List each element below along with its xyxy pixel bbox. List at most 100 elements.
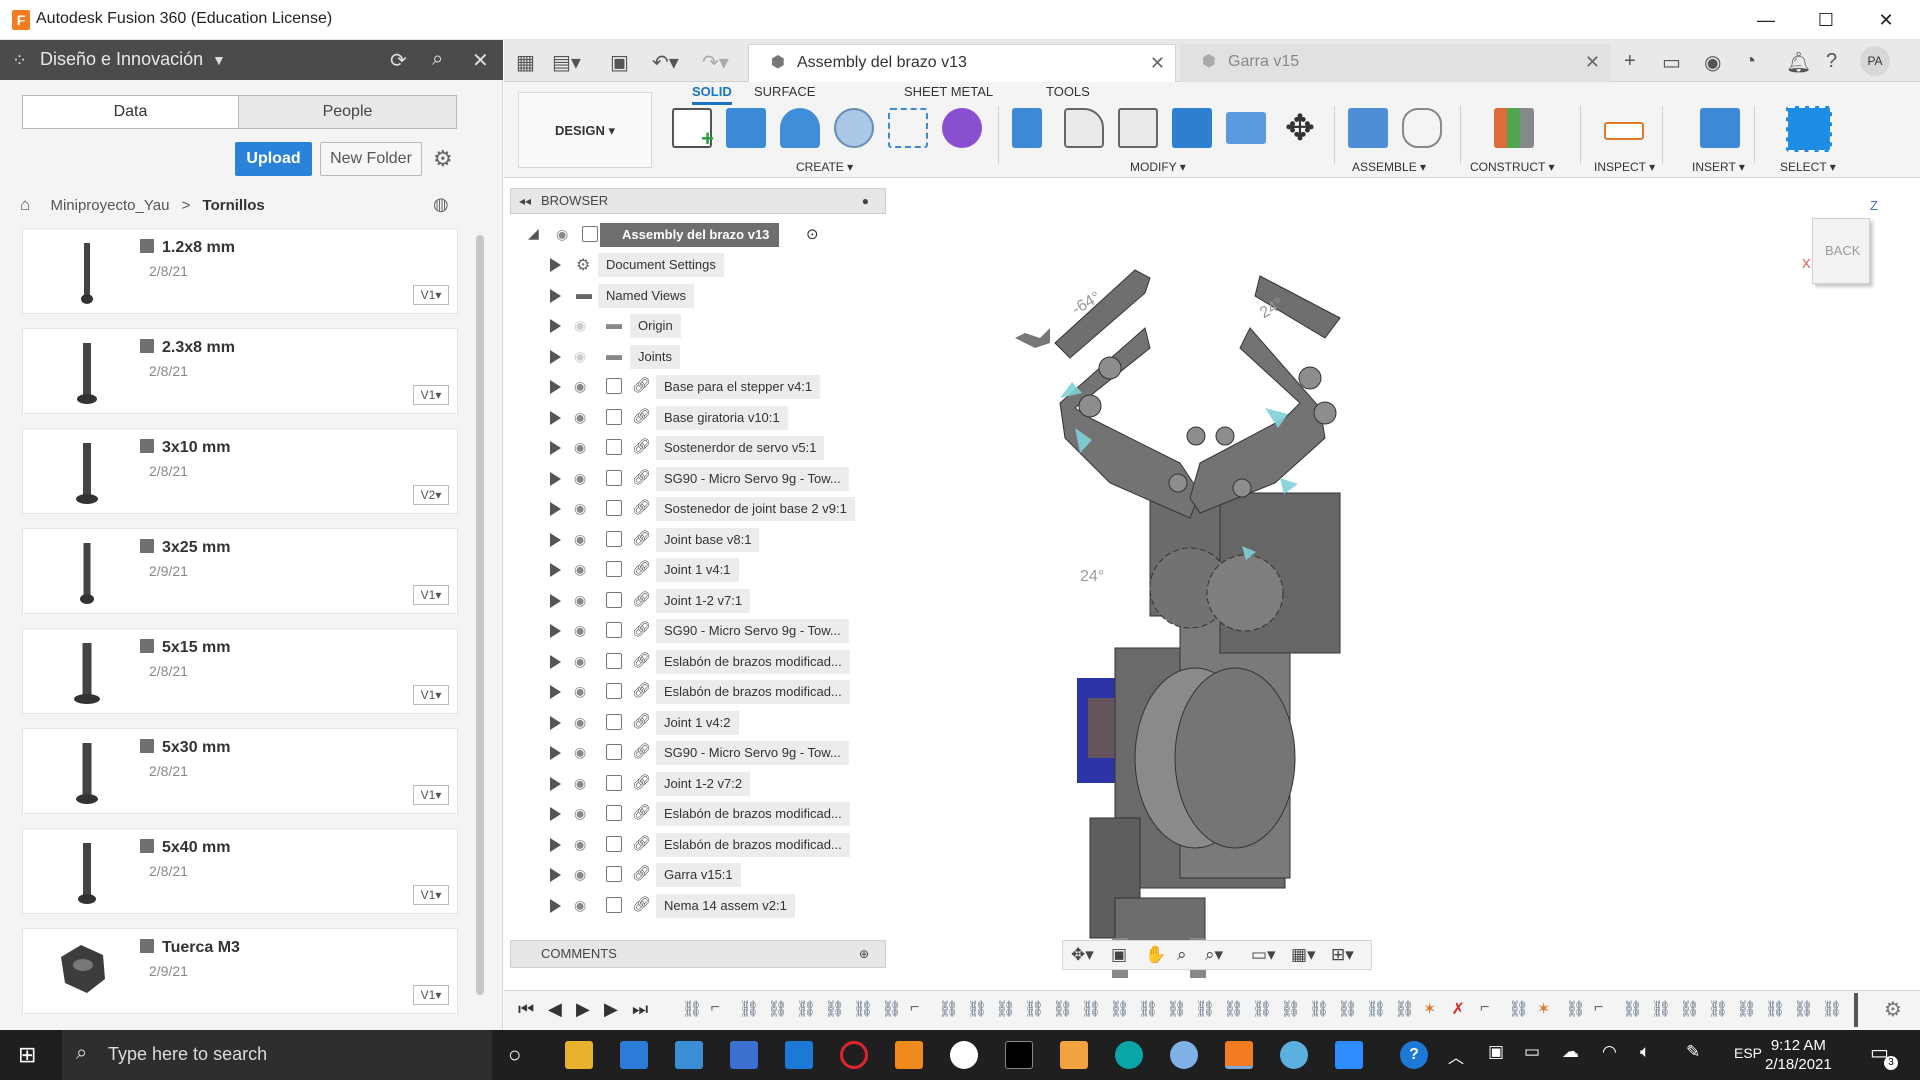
timeline-feature-icon[interactable]: ⛓ (739, 999, 759, 1019)
terminal-icon[interactable] (1005, 1041, 1033, 1069)
eye-icon[interactable]: ◉ (556, 226, 568, 243)
expand-triangle-icon[interactable] (550, 471, 561, 486)
file-card[interactable]: 1.2x8 mm 2/8/21 V1▾ (22, 228, 458, 314)
file-explorer-icon[interactable] (565, 1041, 593, 1069)
browser-node[interactable]: ◉ 🔗︎ SG90 - Micro Servo 9g - Tow... (510, 617, 886, 645)
browser-node[interactable]: ⚙ Document Settings (510, 251, 886, 279)
version-dropdown[interactable]: V1▾ (413, 585, 449, 605)
browser-node[interactable]: ◉ 🔗︎ Base giratoria v10:1 (510, 404, 886, 432)
file-name[interactable]: 3x25 mm (140, 539, 231, 557)
timeline-feature-icon[interactable]: ⌐ (711, 999, 720, 1017)
browser-node[interactable]: ◉ 🔗︎ Base para el stepper v4:1 (510, 373, 886, 401)
task-view-icon[interactable]: ○ (508, 1042, 521, 1068)
timeline-feature-icon[interactable]: ⛓ (1224, 999, 1244, 1019)
browser-node[interactable]: ◉ 🔗︎ Eslabón de brazos modificad... (510, 648, 886, 676)
user-avatar[interactable]: PA (1860, 46, 1890, 76)
timeline-feature-icon[interactable]: ⛓ (1737, 999, 1757, 1019)
expand-triangle-icon[interactable] (550, 837, 561, 852)
search-icon[interactable]: ⌕ (432, 48, 443, 71)
tab-surface[interactable]: SURFACE (754, 84, 815, 99)
minimize-button[interactable]: — (1736, 0, 1796, 40)
timeline-feature-icon[interactable]: ⛓ (1651, 999, 1671, 1019)
version-dropdown[interactable]: V1▾ (413, 785, 449, 805)
select-icon[interactable] (1786, 106, 1832, 152)
expand-triangle-icon[interactable] (550, 898, 561, 913)
close-tab-icon[interactable]: ✕ (1150, 45, 1165, 81)
expand-triangle-icon[interactable] (550, 349, 561, 364)
expand-triangle-icon[interactable] (550, 654, 561, 669)
joint-icon[interactable] (1402, 108, 1442, 148)
go-to-end-icon[interactable]: ⏭ (632, 999, 648, 1020)
file-name[interactable]: 5x30 mm (140, 739, 231, 757)
clock[interactable]: 9:12 AM 2/18/2021 (1765, 1036, 1832, 1074)
browser-node[interactable]: ◉ ▬ Origin (510, 312, 886, 340)
view-cube[interactable]: BACK (1812, 218, 1870, 284)
expand-triangle-icon[interactable] (550, 868, 561, 882)
eye-icon[interactable]: ◉ (574, 531, 586, 548)
measure-icon[interactable] (1604, 122, 1644, 140)
version-dropdown[interactable]: V1▾ (413, 285, 449, 305)
go-to-start-icon[interactable]: ⏮ (518, 999, 534, 1020)
expand-triangle-icon[interactable] (550, 410, 561, 425)
refresh-icon[interactable]: ⟳ (390, 48, 407, 73)
timeline-feature-icon[interactable]: ⛓ (1167, 999, 1187, 1019)
timeline-feature-icon[interactable]: ⛓ (1566, 999, 1586, 1019)
timeline-feature-icon[interactable]: ⛓ (1024, 999, 1044, 1019)
breadcrumb-project[interactable]: Miniproyecto_Yau (50, 197, 169, 214)
file-card[interactable]: 5x30 mm 2/8/21 V1▾ (22, 728, 458, 814)
timeline-feature-icon[interactable]: ⛓ (1110, 999, 1130, 1019)
eye-hidden-icon[interactable]: ◉ (574, 348, 586, 365)
step-back-icon[interactable]: ◀ (548, 999, 562, 1020)
timeline-feature-icon[interactable]: ⌐ (910, 999, 919, 1017)
chevron-down-icon[interactable]: ▼ (212, 52, 226, 68)
group-create[interactable]: CREATE ▾ (796, 160, 853, 174)
expand-triangle-icon[interactable] (550, 624, 561, 638)
timeline-feature-icon[interactable]: ⛓ (1708, 999, 1728, 1019)
eye-icon[interactable]: ◉ (574, 805, 586, 822)
file-name[interactable]: 5x15 mm (140, 639, 231, 657)
timeline-feature-icon[interactable]: ⛓ (1765, 999, 1785, 1019)
timeline-feature-icon[interactable]: ⛓ (1281, 999, 1301, 1019)
maximize-button[interactable]: ☐ (1796, 0, 1856, 40)
browser-node[interactable]: ◉ 🔗︎ SG90 - Micro Servo 9g - Tow... (510, 465, 886, 493)
browser-node[interactable]: ◉ 🔗︎ Sostenedor de joint base 2 v9:1 (510, 495, 886, 523)
tab-people[interactable]: People (238, 95, 457, 129)
eye-icon[interactable]: ◉ (574, 714, 586, 731)
globe-icon[interactable]: ◍ (433, 194, 449, 215)
expand-triangle-icon[interactable] (550, 715, 561, 730)
workspace-switcher[interactable]: DESIGN ▾ (518, 92, 652, 168)
eye-icon[interactable]: ◉ (574, 561, 586, 578)
comments-icon[interactable]: ▭ (1662, 50, 1681, 75)
collapse-triangle-icon[interactable]: ◢ (528, 225, 539, 242)
file-name[interactable]: 2.3x8 mm (140, 339, 235, 357)
zoom-icon[interactable]: ⌕ (1177, 945, 1187, 965)
browser-node[interactable]: ◉ 🔗︎ Eslabón de brazos modificad... (510, 678, 886, 706)
meet-now-icon[interactable]: ▣ (1488, 1042, 1504, 1062)
expand-triangle-icon[interactable] (550, 258, 561, 272)
expand-triangle-icon[interactable] (550, 776, 561, 791)
file-menu-icon[interactable]: ▤▾ (552, 50, 581, 75)
language-indicator[interactable]: ESP (1734, 1045, 1762, 1061)
undo-icon[interactable]: ↶▾ (652, 50, 679, 75)
version-dropdown[interactable]: V1▾ (413, 385, 449, 405)
press-pull-icon[interactable] (1012, 108, 1042, 148)
display-settings-icon[interactable]: ▭▾ (1251, 945, 1276, 965)
browser-node[interactable]: ◉ 🔗︎ Joint 1-2 v7:1 (510, 587, 886, 615)
expand-triangle-icon[interactable] (550, 532, 561, 547)
tab-tools[interactable]: TOOLS (1046, 84, 1090, 99)
timeline-feature-icon[interactable]: ✶ (1423, 999, 1436, 1019)
group-assemble[interactable]: ASSEMBLE ▾ (1352, 160, 1426, 174)
upload-button[interactable]: Upload (235, 142, 312, 176)
timeline-feature-icon[interactable]: ✗ (1452, 999, 1465, 1019)
timeline-marker[interactable] (1854, 993, 1858, 1027)
group-modify[interactable]: MODIFY ▾ (1130, 160, 1186, 174)
eye-icon[interactable]: ◉ (574, 409, 586, 426)
settings-gear-icon[interactable]: ⚙ (433, 146, 453, 172)
version-dropdown[interactable]: V1▾ (413, 985, 449, 1005)
extensions-icon[interactable]: ◉ (1704, 50, 1721, 75)
timeline-feature-icon[interactable]: ⛓ (996, 999, 1016, 1019)
timeline-feature-icon[interactable]: ⛓ (967, 999, 987, 1019)
collapse-arrows-icon[interactable]: ◂◂ (519, 189, 531, 213)
group-inspect[interactable]: INSPECT ▾ (1594, 160, 1655, 174)
volume-icon[interactable]: 🔈︎ (1640, 1042, 1650, 1062)
